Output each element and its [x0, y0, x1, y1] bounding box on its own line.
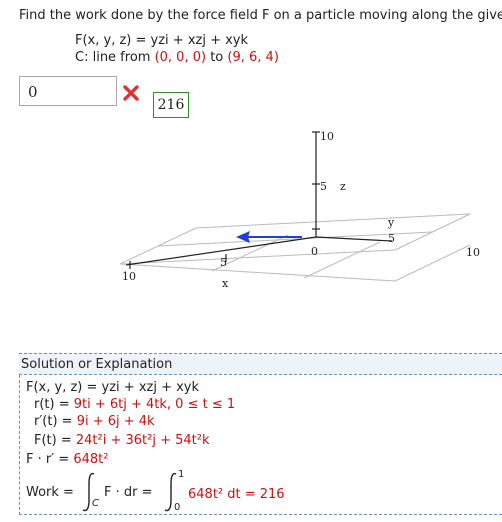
work-integrand-2: 648t² dt = 216: [188, 487, 285, 502]
y-axis-label: y: [387, 216, 395, 229]
origin-label: 0: [311, 245, 318, 258]
solution-title: Solution or Explanation: [21, 357, 173, 372]
work-integrand: F · dr =: [104, 485, 153, 500]
solution-lhs: F · r′ =: [26, 452, 74, 467]
integral-lower-limit: 0: [174, 502, 181, 513]
solution-left-border: [19, 375, 20, 515]
solution-bottom-border: [19, 514, 502, 515]
grid-line: [394, 213, 471, 251]
grid-line: [119, 263, 396, 282]
y-axis: [315, 236, 393, 242]
y-tick-label-10: 10: [466, 246, 480, 259]
work-label: Work =: [26, 485, 74, 500]
solution-rhs: yzi + xzj + xyk: [101, 380, 200, 395]
solution-lhs: F(x, y, z) =: [26, 380, 102, 395]
z-tick-label-10: 10: [320, 130, 334, 143]
integral-upper-limit: 1: [178, 469, 185, 480]
solution-rhs: 24t²i + 36t²j + 54t²k: [75, 433, 210, 448]
solution-lhs: F(t) =: [34, 433, 76, 448]
x-tick-label-10: 10: [122, 270, 136, 283]
z-tick-label-5: 5: [320, 180, 327, 193]
force-arrow: [236, 231, 302, 243]
graph-grid: [119, 213, 471, 282]
solution-rhs: 648t²: [73, 452, 109, 467]
z-axis-label: z: [340, 180, 346, 193]
work-result: 216: [259, 487, 285, 502]
solution-rhs: 9i + 6j + 4k: [76, 414, 155, 429]
y-tick-label-5: 5: [388, 232, 395, 245]
grid-line: [394, 244, 471, 282]
solution-lhs: r(t) =: [34, 397, 74, 412]
vector-field-graph: 10 5 z y 5 10 10 5 x 0: [119, 130, 480, 290]
x-axis-label: x: [222, 277, 229, 290]
solution-lhs: r′(t) =: [34, 414, 77, 429]
grid-line: [195, 213, 471, 229]
integrand-expression: 648t² dt =: [188, 487, 260, 502]
grid-line: [119, 227, 197, 265]
solution-line-position: r(t) = 9ti + 6tj + 4tk, 0 ≤ t ≤ 1: [34, 397, 235, 412]
solution-line-dot: F · r′ = 648t²: [26, 452, 108, 467]
solution-line-derivative: r′(t) = 9i + 6j + 4k: [34, 414, 155, 429]
x-tick-label-5: 5: [220, 256, 227, 269]
solution-rhs: 9ti + 6tj + 4tk, 0 ≤ t ≤ 1: [73, 397, 236, 412]
solution-line-force-t: F(t) = 24t²i + 36t²j + 54t²k: [34, 433, 210, 448]
solution-line-field: F(x, y, z) = yzi + xzj + xyk: [26, 380, 199, 395]
integral-subscript: C: [92, 498, 99, 509]
grid-line: [119, 249, 396, 265]
